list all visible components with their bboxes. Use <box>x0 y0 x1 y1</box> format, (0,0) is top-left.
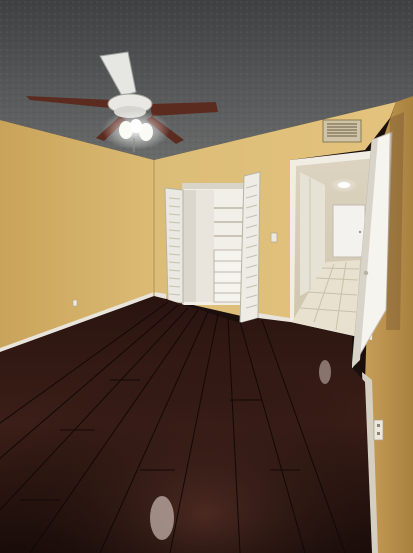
bedroom-photo-canvas <box>0 0 413 553</box>
floor-reflection-near <box>150 496 174 540</box>
door-knob <box>363 270 369 276</box>
floor-reflection-far <box>319 360 331 384</box>
wall-outlet-right <box>373 419 384 441</box>
closet-door-left <box>164 187 184 304</box>
bedroom-photo <box>0 0 413 553</box>
closet-drawers <box>213 249 245 303</box>
light-switch <box>270 232 278 243</box>
fan-light-bulb <box>130 119 142 133</box>
closet <box>182 183 245 305</box>
closet-door-right <box>239 171 261 324</box>
air-vent <box>322 119 362 143</box>
wall-outlet-left <box>72 299 78 307</box>
hardwood-floor <box>0 296 372 553</box>
